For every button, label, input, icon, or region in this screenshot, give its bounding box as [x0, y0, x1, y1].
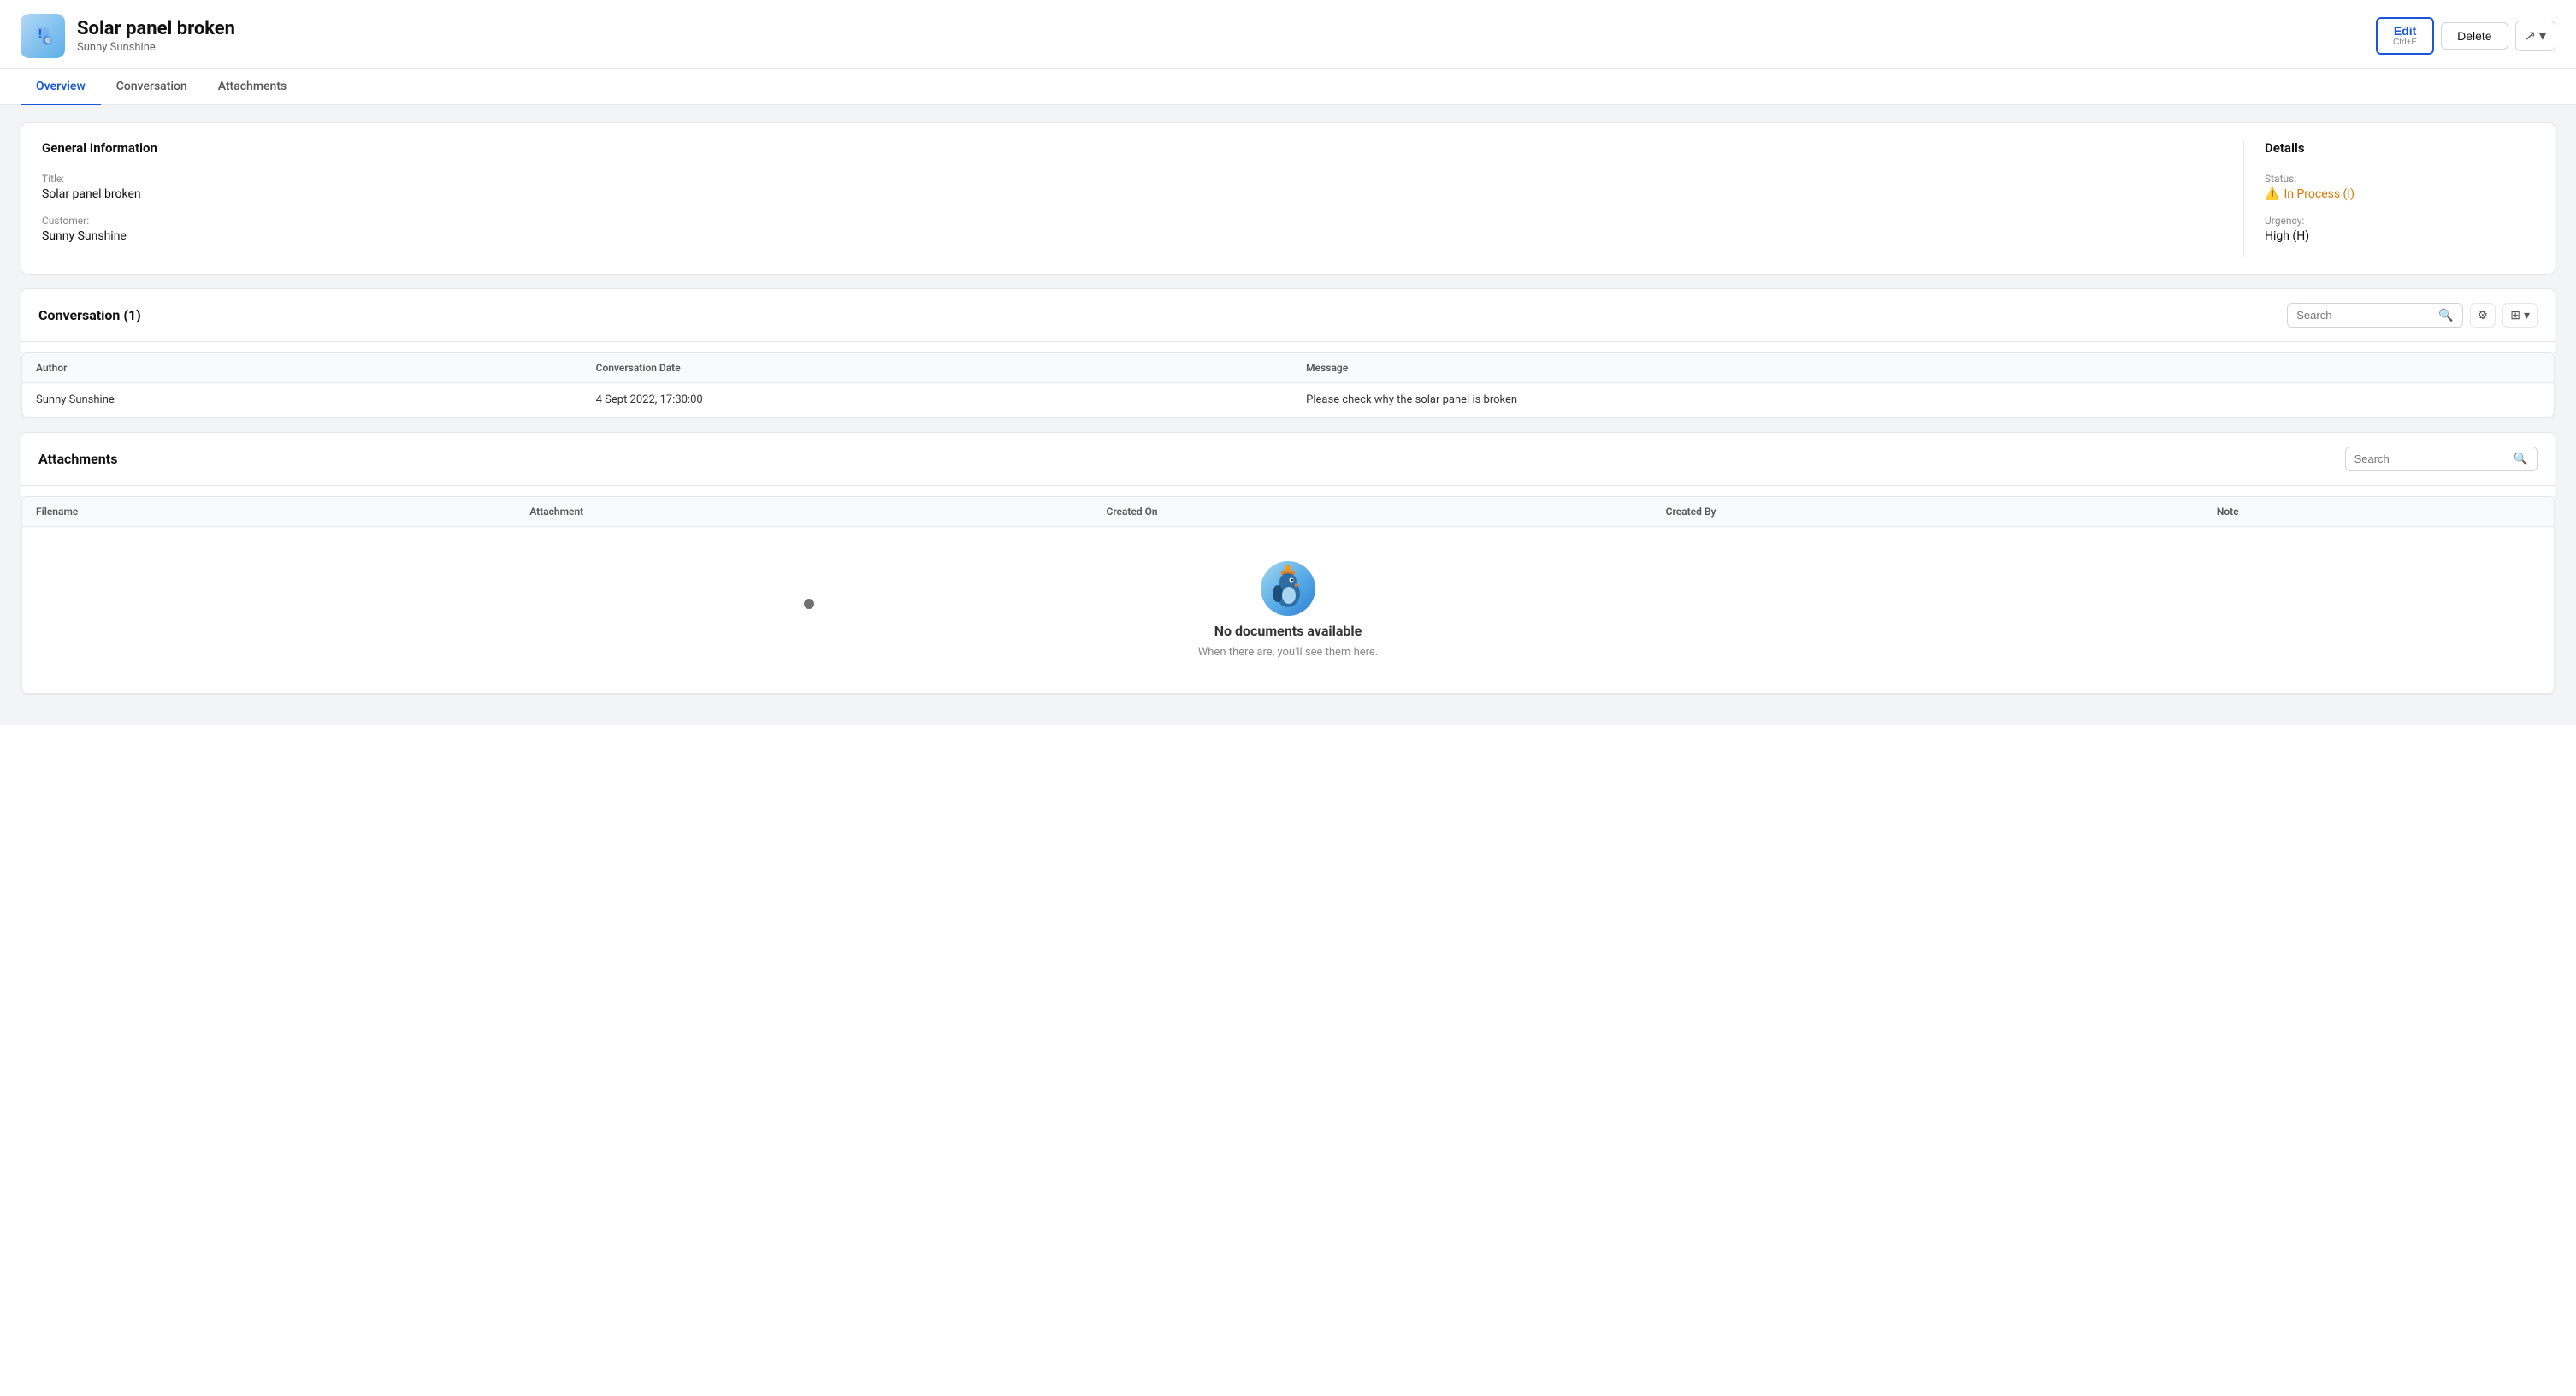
tab-attachments[interactable]: Attachments [203, 69, 302, 105]
details-title: Details [2265, 140, 2534, 156]
conversation-tools: 🔍 ⚙ ⊞ ▾ [2287, 303, 2538, 328]
settings-icon-button[interactable]: ⚙ [2470, 303, 2496, 328]
conversation-search-box[interactable]: 🔍 [2287, 303, 2462, 328]
attachments-table-head: Filename Attachment Created On Created B… [22, 497, 2554, 527]
info-section-left: General Information Title: Solar panel b… [42, 140, 2243, 257]
urgency-row: Urgency: High (H) [2265, 215, 2534, 243]
columns-icon-button[interactable]: ⊞ ▾ [2502, 303, 2538, 328]
customer-value: Sunny Sunshine [42, 229, 2243, 243]
title-row: Title: Solar panel broken [42, 173, 2243, 201]
tabs-container: Overview Conversation Attachments [0, 69, 2576, 105]
attachments-table-container: Filename Attachment Created On Created B… [21, 496, 2555, 694]
status-label: Status: [2265, 173, 2534, 185]
page-title: Solar panel broken [77, 18, 235, 39]
status-badge: ⚠️ In Process (I) [2265, 187, 2354, 201]
customer-row: Customer: Sunny Sunshine [42, 215, 2243, 243]
conversation-table: Author Conversation Date Message Sunny S… [22, 353, 2554, 417]
header-actions: Edit Ctrl+E Delete ↗ ▾ [2376, 17, 2555, 56]
attachments-title: Attachments [38, 451, 117, 467]
app-icon: ! ⚙ [21, 14, 65, 58]
table-row: Sunny Sunshine 4 Sept 2022, 17:30:00 Ple… [22, 383, 2554, 417]
gear-icon: ⚙ [2478, 308, 2489, 322]
title-value: Solar panel broken [42, 187, 2243, 201]
attachments-search-icon[interactable]: 🔍 [2514, 452, 2528, 466]
header-left: ! ⚙ Solar panel broken Sunny Sunshine [21, 14, 235, 58]
info-grid: General Information Title: Solar panel b… [42, 140, 2534, 257]
share-button[interactable]: ↗ ▾ [2515, 21, 2555, 51]
conversation-table-container: Author Conversation Date Message Sunny S… [21, 352, 2555, 417]
urgency-label: Urgency: [2265, 215, 2534, 227]
attachments-header: Attachments 🔍 [21, 433, 2555, 486]
col-note: Note [2203, 497, 2554, 527]
svg-text:!: ! [38, 27, 42, 41]
warning-icon: ⚠️ [2265, 187, 2279, 201]
general-info-card: General Information Title: Solar panel b… [21, 122, 2555, 275]
col-author: Author [22, 353, 582, 383]
col-date: Conversation Date [582, 353, 1293, 383]
attachments-search-input[interactable] [2354, 453, 2508, 465]
col-message: Message [1292, 353, 2554, 383]
chevron-down-icon: ▾ [2524, 308, 2530, 322]
col-created-on: Created On [1092, 497, 1651, 527]
header-subtitle: Sunny Sunshine [77, 41, 235, 54]
row-date: 4 Sept 2022, 17:30:00 [582, 383, 1293, 417]
customer-label: Customer: [42, 215, 2243, 227]
no-docs-illustration [1261, 561, 1315, 616]
conversation-table-head: Author Conversation Date Message [22, 353, 2554, 383]
edit-button[interactable]: Edit Ctrl+E [2376, 17, 2434, 56]
col-created-by: Created By [1652, 497, 2203, 527]
col-filename: Filename [22, 497, 516, 527]
col-attachment: Attachment [516, 497, 1092, 527]
urgency-value: High (H) [2265, 229, 2534, 243]
attachments-table: Filename Attachment Created On Created B… [22, 497, 2554, 527]
share-icon: ↗ [2525, 27, 2536, 44]
delete-button[interactable]: Delete [2441, 22, 2508, 50]
status-value: In Process (I) [2284, 187, 2354, 201]
header: ! ⚙ Solar panel broken Sunny Sunshine Ed… [0, 0, 2576, 69]
title-label: Title: [42, 173, 2243, 185]
conversation-search-input[interactable] [2296, 309, 2433, 322]
empty-state-subtitle: When there are, you'll see them here. [1198, 646, 1379, 659]
conversation-title: Conversation (1) [38, 307, 141, 323]
conversation-search-icon[interactable]: 🔍 [2438, 308, 2453, 322]
attachments-search-box[interactable]: 🔍 [2345, 447, 2538, 471]
columns-icon: ⊞ [2510, 308, 2520, 322]
general-info-title: General Information [42, 140, 2243, 156]
status-row: Status: ⚠️ In Process (I) [2265, 173, 2534, 201]
details-section: Details Status: ⚠️ In Process (I) Urgenc… [2243, 140, 2534, 257]
svg-text:⚙: ⚙ [45, 37, 51, 44]
chevron-down-icon: ▾ [2539, 27, 2546, 44]
page-container: ! ⚙ Solar panel broken Sunny Sunshine Ed… [0, 0, 2576, 1396]
tab-overview[interactable]: Overview [21, 69, 101, 105]
row-author: Sunny Sunshine [22, 383, 582, 417]
conversation-table-body: Sunny Sunshine 4 Sept 2022, 17:30:00 Ple… [22, 383, 2554, 417]
tab-conversation[interactable]: Conversation [101, 69, 203, 105]
header-title-group: Solar panel broken Sunny Sunshine [77, 18, 235, 54]
attachments-empty-state: No documents available When there are, y… [22, 527, 2554, 693]
attachments-section: Attachments 🔍 Filename Attachment Create… [21, 432, 2555, 695]
conversation-header: Conversation (1) 🔍 ⚙ ⊞ ▾ [21, 289, 2555, 342]
row-message: Please check why the solar panel is brok… [1292, 383, 2554, 417]
main-content: General Information Title: Solar panel b… [0, 105, 2576, 725]
empty-state-title: No documents available [1214, 623, 1362, 639]
conversation-section: Conversation (1) 🔍 ⚙ ⊞ ▾ [21, 288, 2555, 418]
